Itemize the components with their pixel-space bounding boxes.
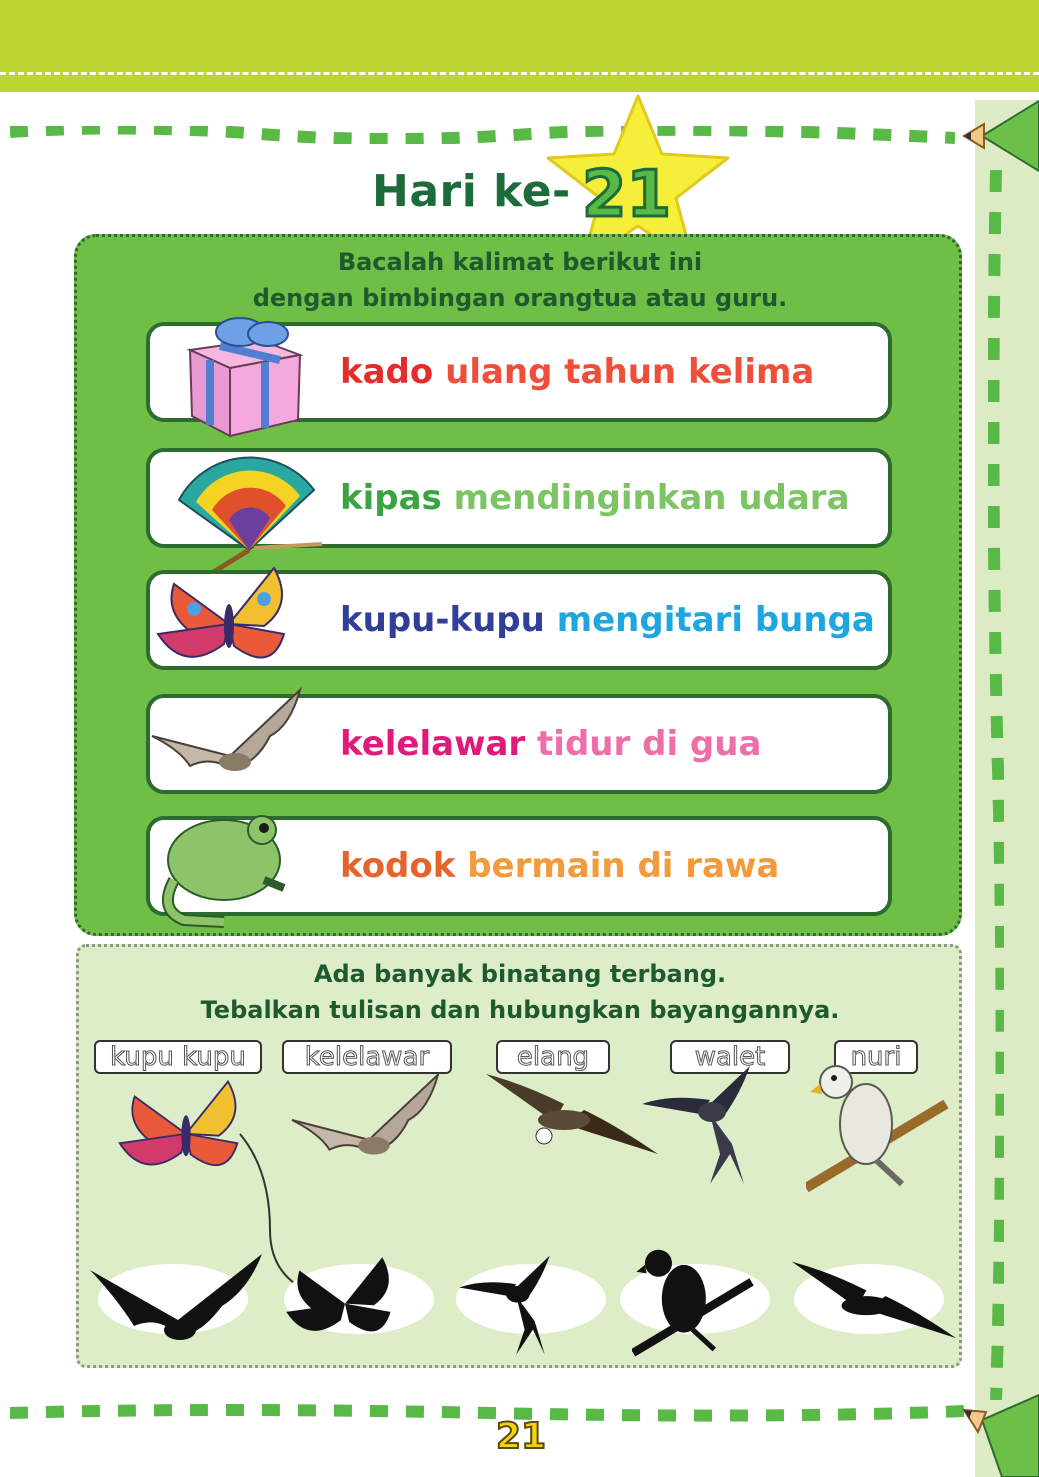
reading-sentence: kado ulang tahun kelima <box>340 352 814 392</box>
page-number: 21 <box>495 1415 547 1458</box>
swallow-icon[interactable] <box>640 1064 770 1188</box>
day-number: 21 <box>580 157 672 234</box>
top-banner <box>0 0 1039 92</box>
butterfly-silhouette-icon[interactable] <box>280 1254 410 1350</box>
reading-instruction-line2: dengan bimbingan orangtua atau guru. <box>252 284 788 312</box>
pencil-icon <box>962 1393 1039 1477</box>
keyword: kodok <box>340 846 456 886</box>
dashed-border-top <box>10 126 955 144</box>
pencil-icon <box>962 99 1039 173</box>
sentence-rest: mendinginkan udara <box>453 478 850 518</box>
dashed-border-bottom <box>10 1404 965 1422</box>
page-title: Hari ke- <box>372 166 571 217</box>
eagle-silhouette-icon[interactable] <box>790 1250 958 1346</box>
reading-instruction-line1: Bacalah kalimat berikut ini <box>337 248 703 276</box>
sentence-rest: mengitari bunga <box>556 600 875 640</box>
fan-icon <box>177 456 323 580</box>
parrot-icon[interactable] <box>806 1064 950 1194</box>
trace-label-kelelawar[interactable]: kelelawar <box>282 1040 452 1074</box>
sentence-rest: ulang tahun kelima <box>445 352 815 392</box>
swallow-silhouette-icon[interactable] <box>452 1254 572 1358</box>
side-decoration <box>975 100 1039 1477</box>
gift-icon <box>186 317 304 438</box>
keyword: kupu-kupu <box>340 600 545 640</box>
reading-sentence: kupu-kupu mengitari bunga <box>340 600 875 640</box>
keyword: kipas <box>340 478 442 518</box>
matching-instruction-line1: Ada banyak binatang terbang. <box>313 960 727 988</box>
frog-icon <box>161 815 286 928</box>
bat-icon <box>151 686 302 771</box>
reading-sentence: kelelawar tidur di gua <box>340 724 761 764</box>
sentence-rest: tidur di gua <box>537 724 762 764</box>
trace-label-kupu-kupu[interactable]: kupu kupu <box>94 1040 262 1074</box>
dashed-border-right <box>988 170 1004 1400</box>
sentence-rest: bermain di rawa <box>467 846 780 886</box>
matching-instruction-line2: Tebalkan tulisan dan hubungkan bayangann… <box>200 996 840 1024</box>
bat-silhouette-icon[interactable] <box>88 1250 264 1350</box>
reading-sentence: kipas mendinginkan udara <box>340 478 850 518</box>
keyword: kado <box>340 352 434 392</box>
top-banner-dashed-line <box>0 72 1039 75</box>
parrot-silhouette-icon[interactable] <box>632 1248 756 1358</box>
butterfly-icon <box>156 566 286 659</box>
reading-sentence: kodok bermain di rawa <box>340 846 779 886</box>
eagle-icon[interactable] <box>484 1064 660 1160</box>
keyword: kelelawar <box>340 724 526 764</box>
